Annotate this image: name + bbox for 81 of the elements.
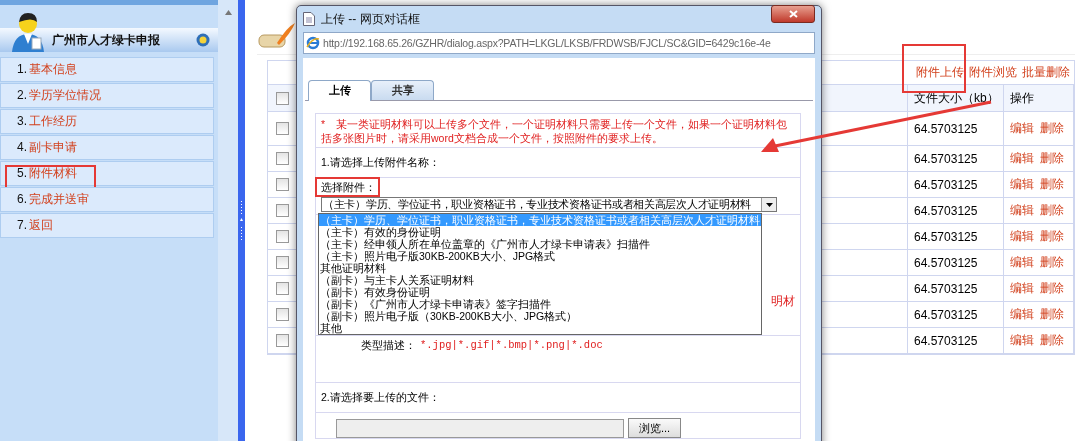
sidebar-link[interactable]: 3. 工作经历	[17, 113, 77, 130]
row-checkbox[interactable]	[276, 282, 289, 295]
file-size-cell: 64.5703125	[914, 121, 978, 136]
dropdown-option[interactable]: （主卡）学历、学位证书，职业资格证书，专业技术资格证书或者相关高层次人才证明材料	[319, 214, 761, 226]
dialog-title: 上传 -- 网页对话框	[321, 10, 421, 28]
action-link[interactable]: 编辑	[1010, 120, 1034, 137]
action-link[interactable]: 编辑	[1010, 254, 1034, 271]
tab[interactable]: 共享	[371, 80, 434, 100]
action-link[interactable]: 删除	[1040, 120, 1064, 137]
action-link[interactable]: 编辑	[1010, 228, 1034, 245]
dropdown-option[interactable]: （副卡）照片电子版（30KB-200KB大小、JPG格式）	[319, 310, 761, 322]
step-label: 2.请选择要上传的文件：	[321, 390, 440, 405]
dropdown-option[interactable]: （主卡）照片电子版30KB-200KB大小、JPG格式	[319, 250, 761, 262]
note-text: 明材	[771, 293, 795, 310]
action-link[interactable]: 删除	[1040, 228, 1064, 245]
row-checkbox[interactable]	[276, 122, 289, 135]
sidebar-link[interactable]: 5. 附件材料	[17, 165, 77, 182]
row-checkbox[interactable]	[276, 152, 289, 165]
dropdown-option[interactable]: （主卡）有效的身份证明	[319, 226, 761, 238]
dropdown-option[interactable]: 其他	[319, 322, 761, 334]
action-link[interactable]: 编辑	[1010, 332, 1034, 349]
attachment-select[interactable]: （主卡）学历、学位证书，职业资格证书，专业技术资格证书或者相关高层次人才证明材料	[321, 197, 777, 212]
row-checkbox[interactable]	[276, 256, 289, 269]
type-label: 类型描述：	[361, 339, 416, 353]
toolbar-link[interactable]: 附件上传	[916, 64, 964, 81]
column-header: 操作	[1010, 89, 1034, 107]
dropdown-icon	[765, 202, 773, 207]
sidebar-link[interactable]: 1. 基本信息	[17, 61, 77, 78]
toolbar-link[interactable]: 附件浏览	[969, 64, 1017, 81]
dropdown-option[interactable]: 其他证明材料	[319, 262, 761, 274]
file-size-cell: 64.5703125	[914, 307, 978, 322]
file-size-cell: 64.5703125	[914, 151, 978, 166]
file-size-cell: 64.5703125	[914, 203, 978, 218]
action-link[interactable]: 编辑	[1010, 150, 1034, 167]
type-value: *.jpg|*.gif|*.bmp|*.png|*.doc	[420, 339, 603, 351]
dropdown-option[interactable]: （主卡）经申领人所在单位盖章的《广州市人才绿卡申请表》扫描件	[319, 238, 761, 250]
row-checkbox[interactable]	[276, 230, 289, 243]
step-label: 1.请选择上传附件名称：	[321, 155, 440, 170]
dropdown-option[interactable]: （副卡）《广州市人才绿卡申请表》签字扫描件	[319, 298, 761, 310]
action-link[interactable]: 删除	[1040, 332, 1064, 349]
action-link[interactable]: 编辑	[1010, 280, 1034, 297]
gem-icon	[196, 33, 210, 47]
sidebar-link[interactable]: 4. 副卡申请	[17, 139, 77, 156]
sidebar-title: 广州市人才绿卡申报	[52, 31, 161, 49]
file-size-cell: 64.5703125	[914, 281, 978, 296]
toolbar-link[interactable]: 批量删除	[1022, 64, 1070, 81]
action-link[interactable]: 编辑	[1010, 176, 1034, 193]
field-label: 选择附件：	[321, 181, 376, 195]
select-all-checkbox[interactable]	[276, 91, 289, 105]
close-icon	[788, 10, 798, 18]
action-link[interactable]: 删除	[1040, 176, 1064, 193]
dropdown-option[interactable]: （副卡）与主卡人关系证明材料	[319, 274, 761, 286]
action-link[interactable]: 删除	[1040, 150, 1064, 167]
file-size-cell: 64.5703125	[914, 229, 978, 244]
quill-scroll-icon	[257, 21, 297, 51]
person-icon	[10, 10, 46, 52]
action-link[interactable]: 删除	[1040, 280, 1064, 297]
file-size-cell: 64.5703125	[914, 177, 978, 192]
action-link[interactable]: 编辑	[1010, 306, 1034, 323]
row-checkbox[interactable]	[276, 204, 289, 217]
scroll-up-icon[interactable]	[224, 10, 232, 15]
file-size-cell: 64.5703125	[914, 255, 978, 270]
action-link[interactable]: 删除	[1040, 254, 1064, 271]
splitter-handle-icon[interactable]	[240, 200, 243, 241]
row-checkbox[interactable]	[276, 334, 289, 347]
tab[interactable]: 上传	[308, 80, 371, 101]
file-path-field[interactable]	[336, 418, 624, 438]
row-checkbox[interactable]	[276, 308, 289, 321]
row-checkbox[interactable]	[276, 178, 289, 191]
url-text: http://192.168.65.26/GZHR/dialog.aspx?PATH=LKGL/LKSB/FRDWSB/FJCL/SC&GID=6429c16e-4e	[323, 37, 771, 49]
close-button[interactable]	[771, 5, 815, 23]
action-link[interactable]: 删除	[1040, 306, 1064, 323]
action-link[interactable]: 删除	[1040, 202, 1064, 219]
browse-button[interactable]: 浏览...	[628, 418, 682, 438]
dropdown-option[interactable]: （副卡）有效身份证明	[319, 286, 761, 298]
page-icon	[303, 12, 315, 26]
address-bar[interactable]: http://192.168.65.26/GZHR/dialog.aspx?PATH=LKGL/LKSB/FRDWSB/FJCL/SC&GID=6429c16e-4e	[303, 32, 815, 54]
browser-icon	[306, 36, 320, 50]
action-link[interactable]: 编辑	[1010, 202, 1034, 219]
file-size-cell: 64.5703125	[914, 333, 978, 348]
sidebar-link[interactable]: 7. 返回	[17, 217, 53, 234]
